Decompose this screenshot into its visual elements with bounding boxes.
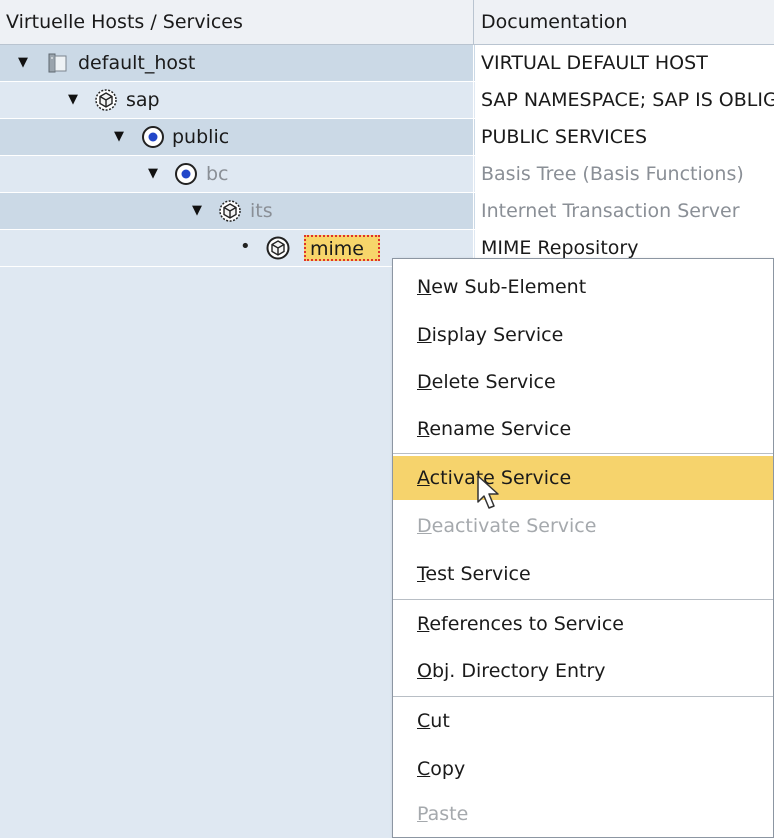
tree-cell-service: ▼ public bbox=[0, 119, 474, 155]
tree-cell-documentation: VIRTUAL DEFAULT HOST bbox=[475, 45, 774, 81]
service-cube-icon bbox=[266, 236, 290, 260]
menu-item-mnemonic: R bbox=[417, 418, 430, 440]
tree-cell-documentation: Internet Transaction Server bbox=[475, 193, 774, 229]
expand-arrow-icon[interactable]: ▼ bbox=[114, 129, 124, 144]
tree-cell-service: ▼ default_host bbox=[0, 45, 474, 81]
menu-item-label: ename Service bbox=[429, 418, 572, 440]
menu-separator bbox=[393, 453, 773, 454]
menu-item-mnemonic: O bbox=[417, 660, 432, 682]
menu-item-mnemonic: P bbox=[417, 803, 428, 825]
tree-cell-documentation: PUBLIC SERVICES bbox=[475, 119, 774, 155]
menu-item-new-sub-element[interactable]: New Sub-Element bbox=[393, 265, 773, 309]
menu-item-paste: Paste bbox=[393, 792, 773, 836]
tree-node-label[interactable]: its bbox=[250, 193, 273, 229]
menu-item-mnemonic: C bbox=[417, 758, 431, 780]
selected-tree-node-label[interactable]: mime bbox=[304, 235, 380, 261]
service-cube-icon bbox=[95, 89, 117, 111]
tree-row-its[interactable]: ▼ its Internet Transaction Server bbox=[0, 193, 774, 230]
tree-node-label[interactable]: bc bbox=[206, 156, 229, 192]
menu-separator bbox=[393, 696, 773, 697]
menu-item-rename-service[interactable]: Rename Service bbox=[393, 407, 773, 451]
menu-item-mnemonic: A bbox=[417, 467, 430, 489]
menu-item-label: aste bbox=[427, 803, 469, 825]
column-header-documentation[interactable]: Documentation bbox=[475, 0, 774, 44]
tree-row-public[interactable]: ▼ public PUBLIC SERVICES bbox=[0, 119, 774, 156]
menu-separator bbox=[393, 599, 773, 600]
tree-node-label[interactable]: public bbox=[172, 119, 229, 155]
service-cube-icon bbox=[219, 200, 241, 222]
expand-arrow-icon[interactable]: ▼ bbox=[148, 166, 158, 181]
menu-item-label: isplay Service bbox=[431, 324, 564, 346]
expand-arrow-icon[interactable]: ▼ bbox=[192, 203, 202, 218]
menu-item-label: ut bbox=[430, 710, 450, 732]
menu-item-copy[interactable]: Copy bbox=[393, 747, 773, 791]
tree-row-sap[interactable]: ▼ sap SAP NAMESPACE; SAP IS OBLIGED NOT … bbox=[0, 82, 774, 119]
menu-item-references-to-service[interactable]: References to Service bbox=[393, 602, 773, 646]
tree-header: Virtuelle Hosts / Services Documentation bbox=[0, 0, 774, 45]
menu-item-display-service[interactable]: Display Service bbox=[393, 313, 773, 357]
mouse-pointer-icon bbox=[477, 475, 499, 509]
tree-cell-documentation: SAP NAMESPACE; SAP IS OBLIGED NOT TO DEL… bbox=[475, 82, 774, 118]
tree-cell-service: ▼ its bbox=[0, 193, 474, 229]
menu-item-test-service[interactable]: Test Service bbox=[393, 552, 773, 596]
tree-row-default-host[interactable]: ▼ default_host VIRTUAL DEFAULT HOST bbox=[0, 45, 774, 82]
menu-item-mnemonic: N bbox=[417, 276, 432, 298]
column-header-services[interactable]: Virtuelle Hosts / Services bbox=[0, 0, 474, 44]
tree-cell-service: ▼ sap bbox=[0, 82, 474, 118]
menu-item-label: opy bbox=[430, 758, 466, 780]
menu-item-label: elete Service bbox=[431, 371, 556, 393]
tree-cell-documentation: Basis Tree (Basis Functions) bbox=[475, 156, 774, 192]
menu-item-label: eactivate Service bbox=[431, 515, 597, 537]
active-service-icon bbox=[175, 163, 197, 185]
tree-row-bc[interactable]: ▼ bc Basis Tree (Basis Functions) bbox=[0, 156, 774, 193]
menu-item-mnemonic: D bbox=[417, 324, 432, 346]
leaf-bullet-icon: • bbox=[240, 236, 251, 257]
menu-item-activate-service[interactable]: Activate Service bbox=[393, 456, 773, 500]
menu-item-obj-directory-entry[interactable]: Obj. Directory Entry bbox=[393, 649, 773, 693]
menu-item-label: ew Sub-Element bbox=[431, 276, 587, 298]
context-menu: New Sub-Element Display Service Delete S… bbox=[392, 258, 774, 838]
tree-node-label[interactable]: sap bbox=[126, 82, 160, 118]
menu-item-cut[interactable]: Cut bbox=[393, 699, 773, 743]
menu-item-label: est Service bbox=[425, 563, 531, 585]
menu-item-label: bj. Directory Entry bbox=[431, 660, 606, 682]
expand-arrow-icon[interactable]: ▼ bbox=[68, 92, 78, 107]
tree-node-label[interactable]: default_host bbox=[78, 45, 195, 81]
menu-item-mnemonic: C bbox=[417, 710, 431, 732]
menu-item-mnemonic: R bbox=[417, 613, 430, 635]
active-service-icon bbox=[142, 126, 164, 148]
menu-item-mnemonic: D bbox=[417, 371, 432, 393]
menu-item-deactivate-service: Deactivate Service bbox=[393, 504, 773, 548]
expand-arrow-icon[interactable]: ▼ bbox=[18, 55, 28, 70]
menu-item-delete-service[interactable]: Delete Service bbox=[393, 360, 773, 404]
menu-item-mnemonic: D bbox=[417, 515, 432, 537]
menu-item-label: eferences to Service bbox=[429, 613, 624, 635]
host-icon bbox=[48, 53, 67, 73]
tree-cell-service: ▼ bc bbox=[0, 156, 474, 192]
